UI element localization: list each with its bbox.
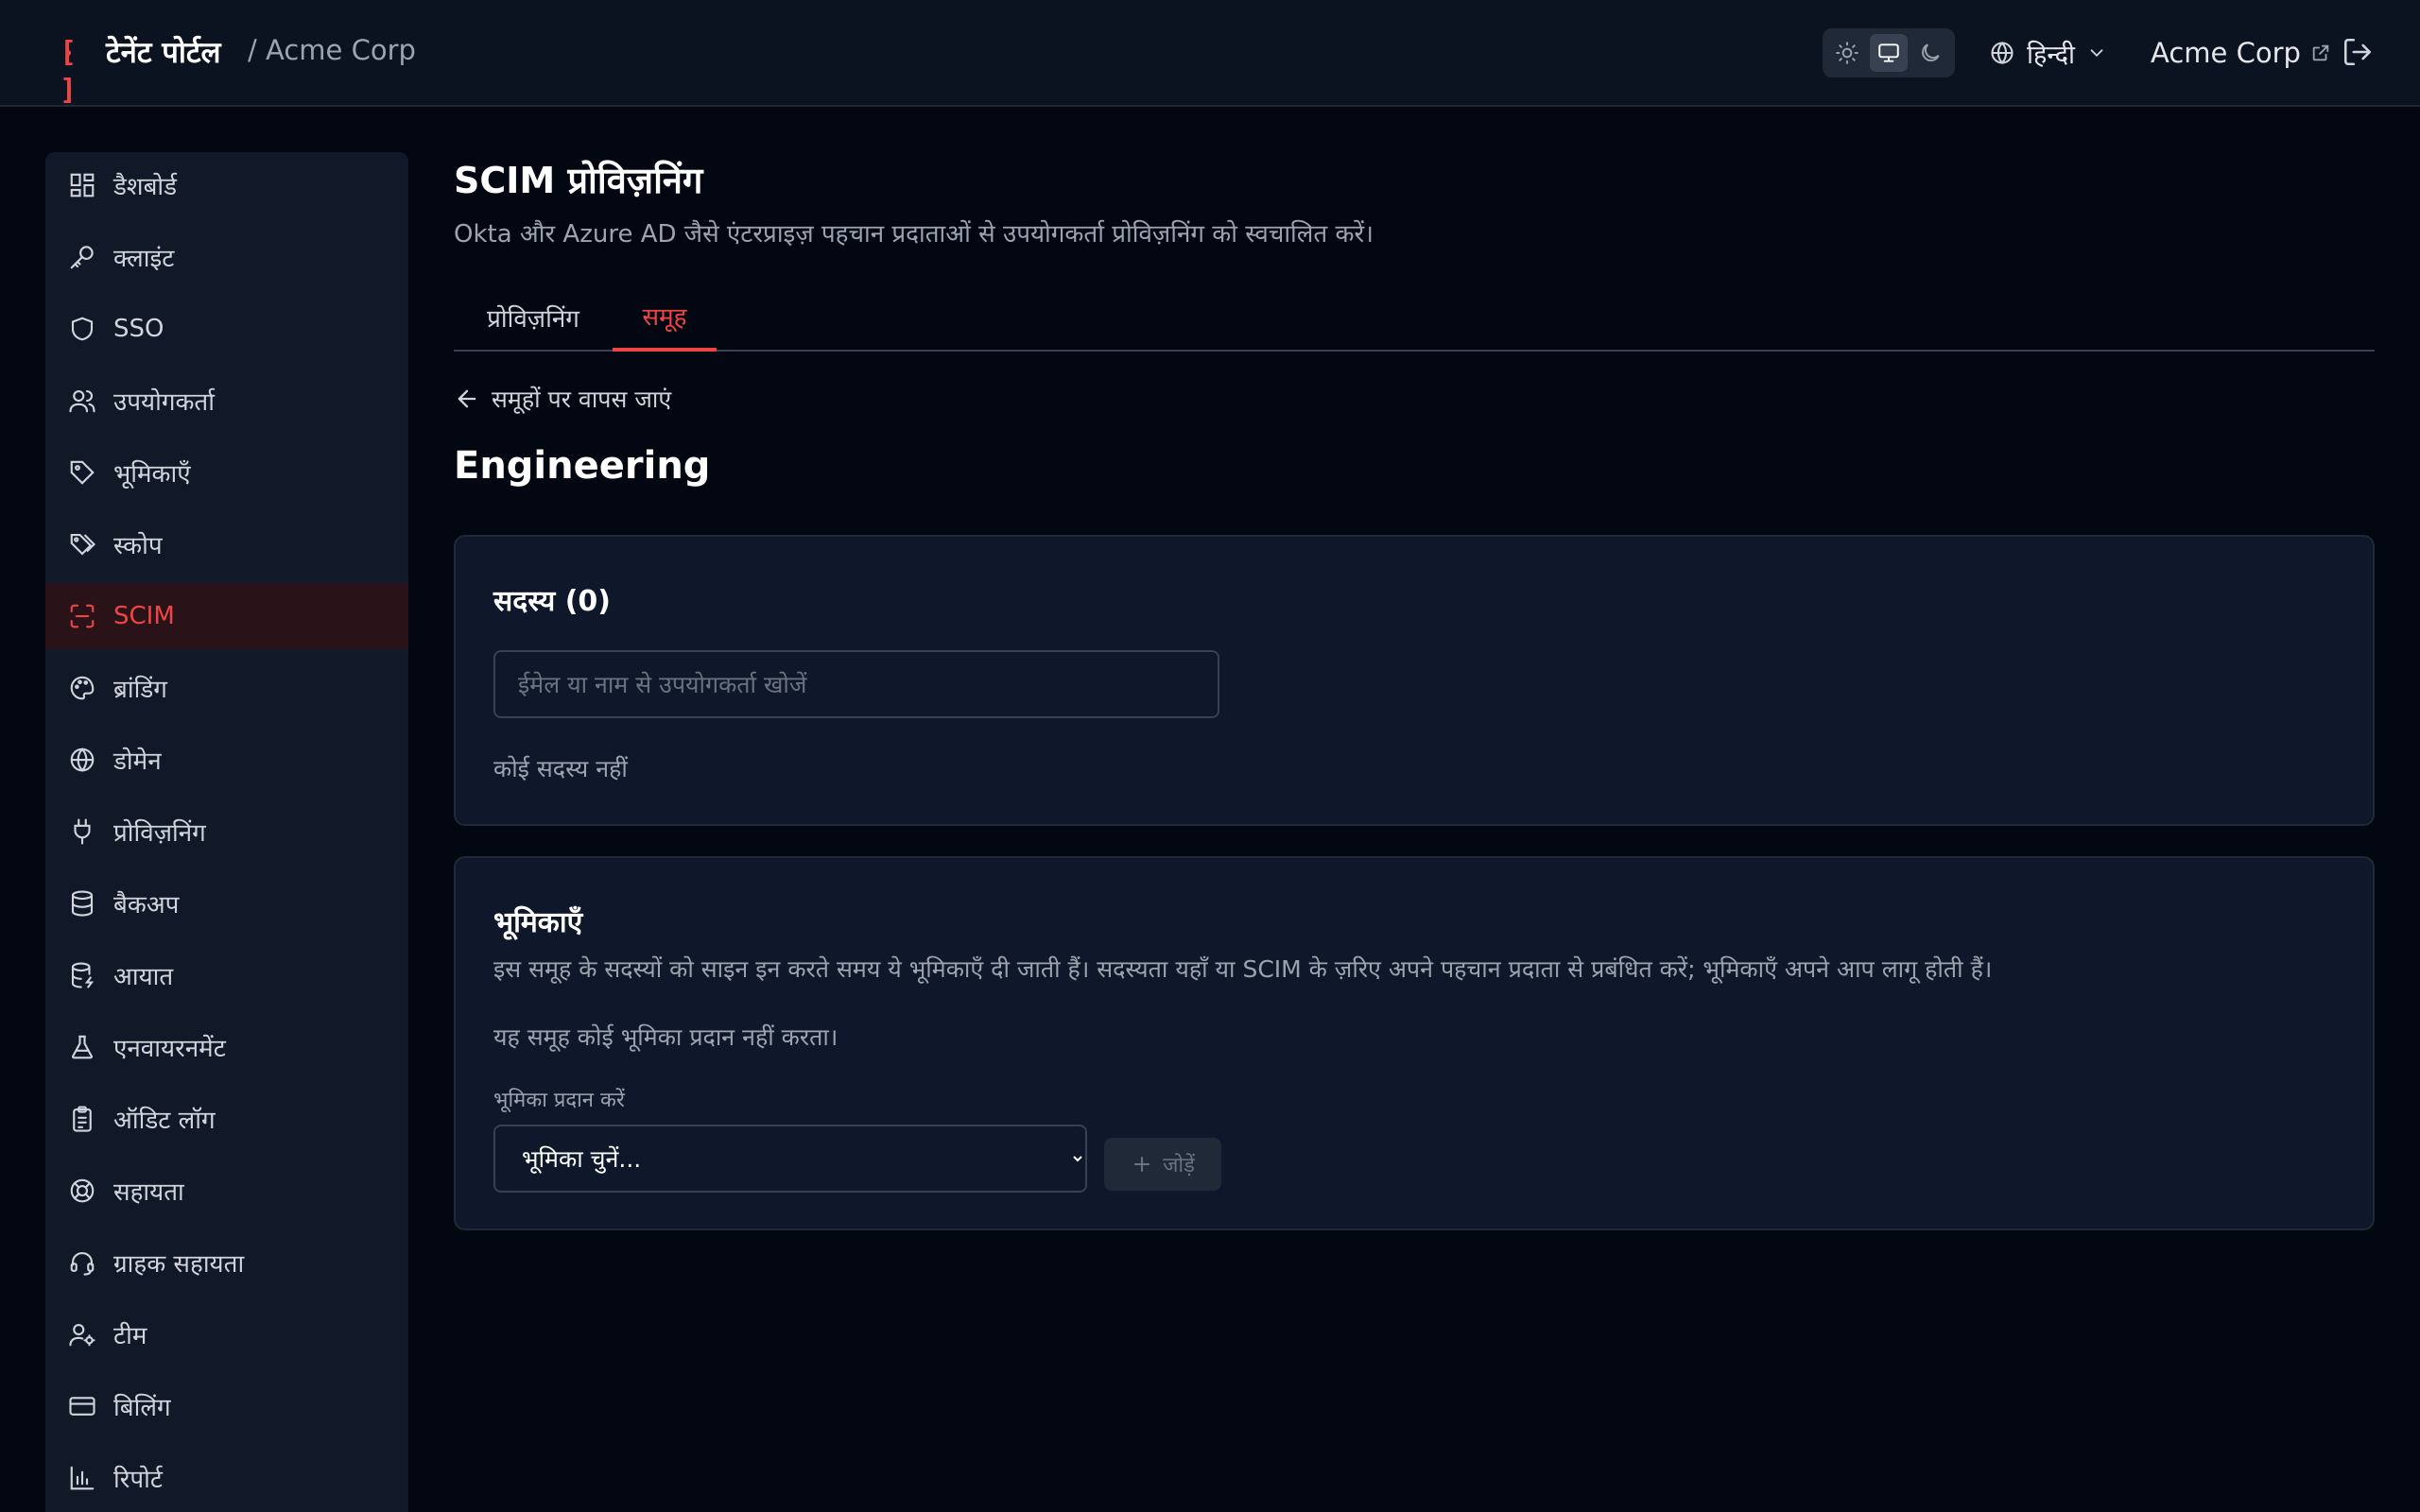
sidebar-item-label: क्लाइंट <box>113 245 175 273</box>
roles-empty-text: यह समूह कोई भूमिका प्रदान नहीं करता। <box>493 1023 838 1051</box>
back-link-label: समूहों पर वापस जाएं <box>492 386 672 413</box>
language-label: हिन्दी <box>2027 40 2076 70</box>
add-role-button[interactable]: जोड़ें <box>1104 1138 1221 1191</box>
globe-icon <box>1991 41 2014 65</box>
chevron-down-icon <box>2090 49 2103 58</box>
sidebar-item-label: डैशबोर्ड <box>113 173 178 201</box>
theme-toggle <box>1823 28 1955 77</box>
plus-icon <box>1134 1157 1150 1172</box>
sidebar-item-label: SCIM <box>113 602 175 630</box>
members-title: सदस्य (0) <box>493 585 612 618</box>
sun-icon[interactable] <box>1828 34 1866 72</box>
sidebar-item-team[interactable]: टीम <box>45 1301 408 1367</box>
sidebar-item-users[interactable]: उपयोगकर्ता <box>45 368 408 434</box>
members-card: सदस्य (0) कोई सदस्य नहीं <box>454 535 2375 826</box>
sidebar-item-label: टीम <box>113 1322 147 1350</box>
sidebar-item-billing[interactable]: बिलिंग <box>45 1373 408 1439</box>
sidebar-item-branding[interactable]: ब्रांडिंग <box>45 655 408 721</box>
scan-icon <box>70 604 95 628</box>
plug-icon <box>74 818 91 845</box>
sidebar-item-label: रिपोर्ट <box>113 1466 163 1494</box>
brand-title: टेनेंट पोर्टल <box>106 36 221 70</box>
monitor-icon[interactable] <box>1870 34 1908 72</box>
sidebar-item-label: बैकअप <box>113 891 180 919</box>
moon-icon[interactable] <box>1911 34 1949 72</box>
page-title: SCIM प्रोविज़निंग <box>454 160 703 201</box>
lifebuoy-icon <box>70 1178 95 1203</box>
sidebar-item-scim[interactable]: SCIM <box>45 583 408 649</box>
add-role-label: जोड़ें <box>1163 1154 1195 1177</box>
members-empty-text: कोई सदस्य नहीं <box>493 755 628 782</box>
sidebar-item-audit-log[interactable]: ऑडिट लॉग <box>45 1086 408 1152</box>
dashboard-icon <box>70 173 95 198</box>
group-name: Engineering <box>454 444 711 488</box>
logout-icon[interactable] <box>2342 36 2376 70</box>
user-cog-icon <box>69 1323 95 1347</box>
sidebar-item-scopes[interactable]: स्कोप <box>45 511 408 577</box>
breadcrumb-tenant: / Acme Corp <box>248 34 416 66</box>
sidebar-item-sso[interactable]: SSO <box>45 296 408 362</box>
sidebar-item-customer-support[interactable]: ग्राहक सहायता <box>45 1229 408 1296</box>
sidebar-item-label: ऑडिट लॉग <box>113 1107 216 1135</box>
credit-card-icon <box>69 1397 95 1416</box>
page-subtitle: Okta और Azure AD जैसे एंटरप्राइज़ पहचान … <box>454 220 1374 249</box>
sidebar-item-label: डोमेन <box>113 747 162 776</box>
sidebar-item-label: प्रोविज़निंग <box>113 819 206 848</box>
sidebar-item-label: स्कोप <box>113 532 163 560</box>
sidebar-item-label: ग्राहक सहायता <box>113 1250 245 1279</box>
tab-provisioning[interactable]: प्रोविज़निंग <box>454 284 613 352</box>
tab-groups[interactable]: समूह <box>613 284 717 352</box>
sidebar-item-provisioning[interactable]: प्रोविज़निंग <box>45 799 408 865</box>
language-selector[interactable]: हिन्दी <box>1989 30 2107 76</box>
arrow-left-icon <box>458 389 476 408</box>
flask-icon <box>71 1035 94 1059</box>
sidebar-item-label: SSO <box>113 315 164 343</box>
roles-title: भूमिकाएँ <box>493 906 583 939</box>
brand-logo-icon: [ ] <box>52 34 84 107</box>
back-to-groups-link[interactable]: समूहों पर वापस जाएं <box>454 382 671 416</box>
tab-bar: प्रोविज़निंग समूह <box>454 284 2375 352</box>
users-icon <box>69 389 95 413</box>
sidebar-item-label: बिलिंग <box>113 1394 171 1422</box>
globe-icon <box>70 747 95 772</box>
sidebar-item-reports[interactable]: रिपोर्ट <box>45 1445 408 1511</box>
assign-role-label: भूमिका प्रदान करें <box>493 1089 625 1112</box>
sidebar-item-backup[interactable]: बैकअप <box>45 870 408 936</box>
sidebar-item-label: एनवायरनमेंट <box>113 1035 226 1063</box>
headset-icon <box>70 1251 95 1276</box>
shield-icon <box>71 317 94 341</box>
sidebar-item-label: ब्रांडिंग <box>113 676 167 704</box>
sidebar-item-label: उपयोगकर्ता <box>113 388 215 417</box>
sidebar-item-label: सहायता <box>113 1178 184 1207</box>
role-select[interactable]: भूमिका चुनें... <box>493 1125 1087 1193</box>
sidebar-item-environment[interactable]: एनवायरनमेंट <box>45 1014 408 1080</box>
tenant-name: Acme Corp <box>2151 37 2301 69</box>
roles-card: भूमिकाएँ इस समूह के सदस्यों को साइन इन क… <box>454 856 2375 1230</box>
bar-chart-icon <box>70 1466 95 1490</box>
database-icon <box>71 890 94 917</box>
sidebar-item-roles[interactable]: भूमिकाएँ <box>45 439 408 506</box>
sidebar-item-clients[interactable]: क्लाइंट <box>45 224 408 290</box>
database-import-icon <box>71 962 95 988</box>
member-search-input[interactable] <box>493 650 1219 718</box>
top-bar: [ ] टेनेंट पोर्टल / Acme Corp हिन्दी Acm… <box>0 0 2420 107</box>
external-link-icon <box>2312 44 2329 61</box>
sidebar-item-label: आयात <box>113 963 174 991</box>
sidebar-item-help[interactable]: सहायता <box>45 1158 408 1224</box>
tenant-link[interactable]: Acme Corp <box>2151 30 2331 76</box>
tag-icon <box>70 460 95 485</box>
tags-icon <box>70 533 96 556</box>
palette-icon <box>70 676 95 700</box>
sidebar-item-import[interactable]: आयात <box>45 942 408 1008</box>
clipboard-icon <box>73 1106 92 1132</box>
roles-description: इस समूह के सदस्यों को साइन इन करते समय य… <box>493 955 1993 983</box>
sidebar-item-dashboard[interactable]: डैशबोर्ड <box>45 152 408 218</box>
sidebar: डैशबोर्ड क्लाइंट SSO उपयोगकर्ता भूमिकाएँ… <box>45 152 408 1512</box>
sidebar-item-label: भूमिकाएँ <box>113 460 191 489</box>
key-icon <box>70 246 94 269</box>
sidebar-item-domains[interactable]: डोमेन <box>45 727 408 793</box>
